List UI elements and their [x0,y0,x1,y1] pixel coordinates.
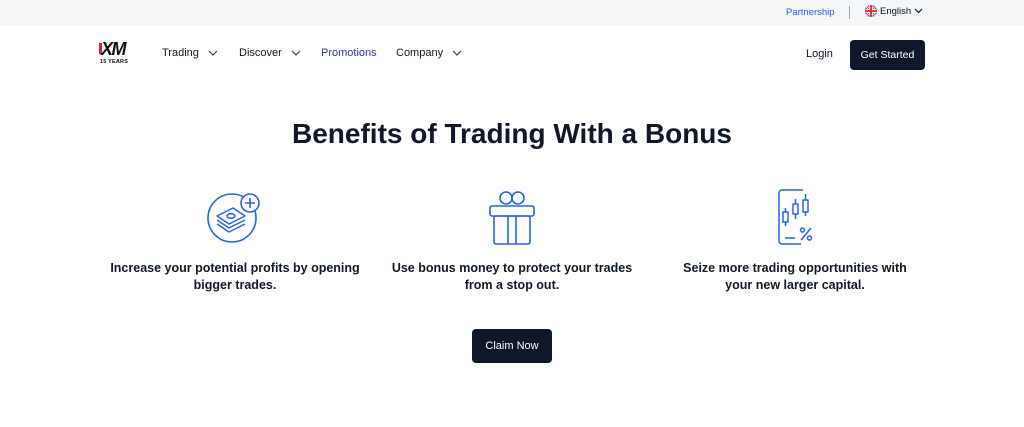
benefit-text-line: from a stop out. [464,278,560,292]
chevron-down-icon [208,50,218,56]
language-label: English [880,5,912,17]
partnership-link[interactable]: Partnership [786,7,835,18]
nav-item-label: Promotions [321,47,377,59]
phone-candlestick-chart-icon [778,189,813,245]
nav-item-company[interactable]: Company [396,47,462,59]
top-utility-bar: Partnership English [0,0,1024,26]
benefit-card: Seize more trading opportunities with yo… [650,186,940,294]
benefit-text: Increase your potential profits by openi… [90,260,380,294]
language-selector[interactable]: English [865,5,923,17]
nav-item-label: Trading [162,47,199,59]
nav-item-discover[interactable]: Discover [239,47,301,59]
get-started-button[interactable]: Get Started [850,40,925,70]
nav-item-label: Company [396,47,444,59]
chevron-down-icon [452,50,462,56]
claim-now-button[interactable]: Claim Now [472,329,552,363]
uk-flag-icon [865,5,877,17]
benefit-text-line: Use bonus money to protect your trades [391,261,633,275]
benefit-card: Increase your potential profits by openi… [90,186,380,294]
logo-mark: XM [101,39,127,59]
gift-box-icon [489,191,535,245]
money-stack-plus-icon [207,193,260,243]
nav-item-label: Discover [239,47,282,59]
page-title: Benefits of Trading With a Bonus [292,118,732,149]
benefit-text: Seize more trading opportunities with yo… [650,260,940,294]
benefit-text-line: your new larger capital. [725,278,865,292]
benefit-text: Use bonus money to protect your trades f… [367,260,657,294]
main-navigation: XM 15 YEARS Trading Discover Promotions … [0,26,1024,84]
login-link[interactable]: Login [806,48,833,60]
nav-item-promotions[interactable]: Promotions [321,47,377,59]
topbar-divider [849,6,850,19]
chevron-down-icon [914,8,923,14]
xm-logo[interactable]: XM 15 YEARS [99,40,139,70]
nav-item-trading[interactable]: Trading [162,47,218,59]
benefit-text-line: Seize more trading opportunities with [683,261,907,275]
benefit-text-line: Increase your potential profits by openi… [110,261,360,275]
logo-tagline: 15 YEARS [100,59,129,65]
benefit-card: Use bonus money to protect your trades f… [367,186,657,294]
chevron-down-icon [291,50,301,56]
benefit-text-line: bigger trades. [193,278,277,292]
